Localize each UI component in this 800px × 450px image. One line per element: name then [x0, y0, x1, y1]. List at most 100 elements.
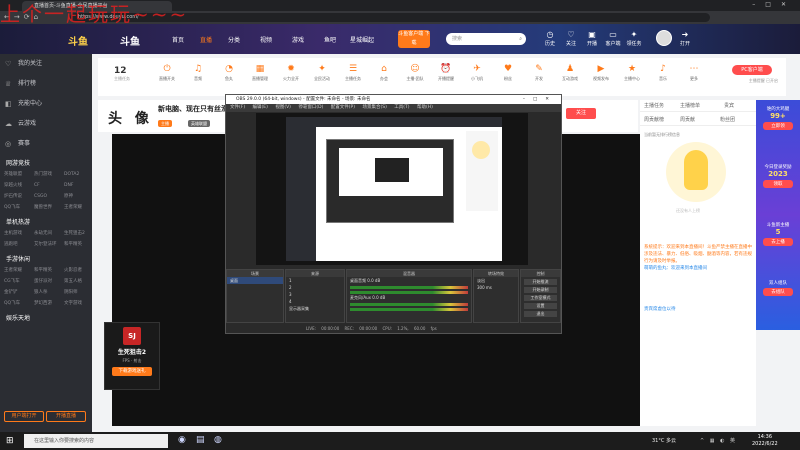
follow-button[interactable]: 关注 — [566, 108, 596, 119]
open-client-button[interactable]: 用户端打开 — [4, 411, 44, 422]
toolbar-item[interactable]: ☺ 主播·团队 — [402, 64, 428, 82]
category-link[interactable]: 火影忍者 — [64, 265, 94, 276]
task-button[interactable]: ✦ 领任务 — [625, 30, 643, 47]
category-link[interactable]: CG飞车 — [4, 276, 34, 287]
category-link[interactable]: 主机游戏 — [4, 228, 34, 239]
start-live-button[interactable]: 开播直播 — [46, 411, 86, 422]
history-button[interactable]: ◷ 历史 — [541, 30, 559, 47]
sidebar-section-title[interactable]: 单机热游 — [0, 213, 92, 228]
transition-duration[interactable]: 300 ms — [474, 284, 518, 291]
category-link[interactable]: 炉石传说 — [4, 191, 34, 202]
toolbar-item[interactable]: ⏻ 直播开关 — [154, 64, 180, 82]
tab-anchor-task[interactable]: 主播任务 — [644, 102, 664, 109]
user-avatar[interactable] — [656, 30, 672, 46]
search-icon[interactable]: ⌕ — [519, 33, 522, 45]
nav-games[interactable]: 游戏 — [292, 35, 304, 44]
taskbar-search[interactable]: 在这里输入你要搜索的内容 — [24, 434, 168, 448]
nav-event[interactable]: 星城崛起 — [350, 35, 374, 44]
menu-docks[interactable]: 停靠窗口(D) — [298, 105, 323, 110]
toolbar-item[interactable]: ✈ 小飞机 — [464, 64, 490, 82]
category-link[interactable]: CSGO — [34, 191, 64, 202]
scene-item[interactable]: 桌面 — [227, 277, 283, 284]
tray-icons[interactable]: ^ ▦ ◐ 英 — [700, 437, 737, 444]
edge-icon[interactable]: ◉ — [178, 435, 186, 445]
start-recording-button[interactable]: 开始录制 — [524, 287, 557, 293]
nav-category[interactable]: 分类 — [228, 35, 240, 44]
tab-vip[interactable]: 贵宾 — [724, 102, 734, 109]
category-link[interactable]: 阴阳师 — [64, 287, 94, 298]
category-link[interactable]: DNF — [64, 180, 94, 191]
studio-mode-button[interactable]: 工作室模式 — [524, 295, 557, 301]
promo-card[interactable]: 斗鱼新主播 5 去上播 — [759, 222, 797, 248]
room-avatar[interactable]: 头 像 — [108, 108, 153, 128]
task-day-counter[interactable]: 12 主播任务 — [114, 66, 130, 82]
sidebar-item-follow[interactable]: ♡ 我的关注 — [0, 54, 92, 74]
volume-meter[interactable] — [350, 286, 468, 289]
obs-preview[interactable] — [256, 113, 528, 265]
toolbar-item[interactable]: ♪ 音乐 — [650, 64, 676, 82]
menu-edit[interactable]: 编辑(E) — [253, 105, 268, 110]
category-link[interactable]: 梦幻西游 — [34, 298, 64, 309]
category-link[interactable]: 逃跑吧 — [4, 239, 34, 250]
start-streaming-button[interactable]: 开始推流 — [524, 279, 557, 285]
room-tag[interactable]: 英雄联盟 — [188, 120, 210, 127]
category-link[interactable]: 穿越火线 — [4, 180, 34, 191]
client-button[interactable]: ▭ 客户端 — [604, 30, 622, 47]
toolbar-item[interactable]: ◔ 鱼丸 — [216, 64, 242, 82]
category-link[interactable]: 和平精英 — [34, 265, 64, 276]
sidebar-item-rank[interactable]: ♕ 排行榜 — [0, 74, 92, 94]
window-controls[interactable]: –□✕ — [752, 1, 796, 8]
tab-week-rank[interactable]: 周贡献榜 — [644, 116, 664, 123]
category-link[interactable]: 文字游戏 — [64, 298, 94, 309]
open-button[interactable]: ➜ 打开 — [676, 30, 694, 47]
category-link[interactable]: 艾尔登法环 — [34, 239, 64, 250]
go-live-button[interactable]: ▣ 开播 — [583, 30, 601, 47]
toolbar-item[interactable]: ✎ 开发 — [526, 64, 552, 82]
volume-meter[interactable] — [350, 308, 468, 311]
toolbar-item[interactable]: ⌂ 办会 — [371, 64, 397, 82]
site-logo[interactable]: 斗鱼 — [68, 33, 88, 48]
pc-client-button[interactable]: PC客户端 — [732, 65, 772, 75]
category-link[interactable]: 热门游戏 — [34, 169, 64, 180]
sidebar-section-title[interactable]: 娱乐天地 — [0, 309, 92, 324]
category-link[interactable]: 王者荣耀 — [4, 265, 34, 276]
promo-button[interactable]: 立即领 — [763, 122, 793, 130]
source-item[interactable]: 显示器采集 — [286, 305, 344, 312]
exit-button[interactable]: 退出 — [524, 311, 557, 317]
tab-anchor-rank[interactable]: 主播榜单 — [680, 102, 700, 109]
game-download-button[interactable]: 下载游戏送礼 — [112, 367, 152, 376]
category-link[interactable]: 第五人格 — [64, 276, 94, 287]
category-link[interactable]: 金铲铲 — [4, 287, 34, 298]
toolbar-item[interactable]: ★ 主播中心 — [619, 64, 645, 82]
promo-button[interactable]: 领取 — [763, 180, 793, 188]
menu-view[interactable]: 视图(V) — [275, 105, 291, 110]
toolbar-item[interactable]: ♥ 粉丝 — [495, 64, 521, 82]
download-client-button[interactable]: 斗鱼客户端 下载 — [398, 30, 430, 48]
nav-video[interactable]: 视频 — [260, 35, 272, 44]
menu-tools[interactable]: 工具(T) — [394, 105, 409, 110]
menu-help[interactable]: 帮助(H) — [417, 105, 433, 110]
nav-live[interactable]: 直播 — [200, 35, 212, 44]
toolbar-item[interactable]: ☰ 主播任务 — [340, 64, 366, 82]
nav-home[interactable]: 首页 — [172, 35, 184, 44]
nav-yuba[interactable]: 鱼吧 — [324, 35, 336, 44]
promo-card[interactable]: 谁的大鸡腿 99+ 立即领 — [759, 106, 797, 132]
toolbar-item[interactable]: ▶ 视频发布 — [588, 64, 614, 82]
category-link[interactable]: 生死狙击2 — [64, 228, 94, 239]
category-link[interactable]: QQ飞车 — [4, 298, 34, 309]
toolbar-item[interactable]: ♟ 互动游戏 — [557, 64, 583, 82]
toolbar-item[interactable]: ♫ 音频 — [185, 64, 211, 82]
obs-icon[interactable]: ◍ — [214, 435, 222, 445]
source-item[interactable]: 1 — [286, 277, 344, 284]
source-item[interactable]: 3 — [286, 291, 344, 298]
toolbar-item[interactable]: ✹ 火力全开 — [278, 64, 304, 82]
tab-fans[interactable]: 粉丝团 — [720, 116, 735, 123]
category-link[interactable]: 和平精英 — [64, 239, 94, 250]
room-tag[interactable]: 主播 — [158, 120, 172, 127]
sidebar-item-charge[interactable]: ◧ 充能中心 — [0, 94, 92, 114]
follow-header-button[interactable]: ♡ 关注 — [562, 30, 580, 47]
category-link[interactable]: 原神 — [64, 191, 94, 202]
source-item[interactable]: 2 — [286, 284, 344, 291]
tab-week-contrib[interactable]: 周贡献 — [680, 116, 695, 123]
promo-card[interactable]: 今日登录奖励 2023 领取 — [759, 164, 797, 190]
